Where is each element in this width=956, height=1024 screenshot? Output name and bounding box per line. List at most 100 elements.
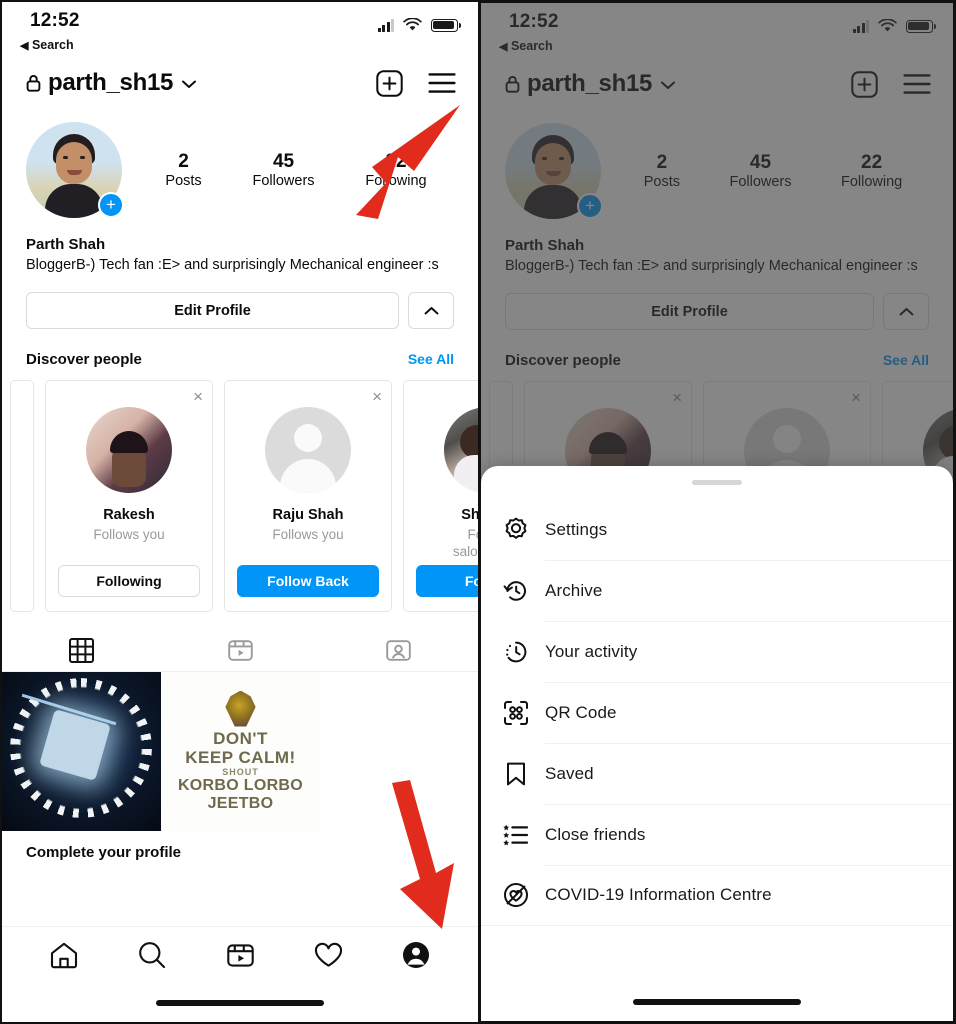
profile-action-row: Edit Profile: [2, 275, 478, 330]
arrow-pointing-to-hamburger-menu: [356, 105, 460, 219]
list-item[interactable]: × Raju Shah Follows you Follow Back: [224, 380, 392, 613]
reels-icon: [226, 943, 254, 967]
heart-icon: [314, 942, 342, 967]
drag-handle[interactable]: [692, 480, 742, 485]
post-text-line: KEEP CALM!: [185, 747, 296, 767]
follow-button[interactable]: Follow Back: [237, 565, 379, 598]
menu-item-archive[interactable]: Archive: [481, 560, 953, 621]
nav-home[interactable]: [20, 942, 108, 969]
add-post-icon[interactable]: [376, 69, 403, 97]
post-text-line: DON'T: [213, 728, 268, 748]
settings-menu-list: Settings Archive Your activity QR Code S…: [481, 499, 953, 926]
phone-screen-right: 12:52 ◀ Search parth_sh15: [478, 0, 956, 1024]
stat-followers-label: Followers: [252, 173, 315, 190]
grid-icon: [68, 637, 94, 663]
avatar[interactable]: +: [26, 122, 124, 218]
discover-see-all-link[interactable]: See All: [408, 351, 454, 367]
avatar[interactable]: [444, 407, 478, 494]
menu-item-covid-info[interactable]: COVID-19 Information Centre: [481, 865, 953, 926]
menu-item-label: COVID-19 Information Centre: [545, 885, 772, 904]
nav-activity[interactable]: [284, 942, 372, 968]
menu-item-settings[interactable]: Settings: [481, 499, 953, 560]
list-item[interactable]: × Shah M Follow saloni.shah Follow: [403, 380, 478, 613]
suggestion-name: Raju Shah: [272, 507, 344, 524]
arrow-pointing-to-profile-tab: [392, 780, 454, 929]
suggestion-subtitle: Follow saloni.shah: [452, 527, 478, 560]
menu-item-qr-code[interactable]: QR Code: [481, 682, 953, 743]
archive-clock-icon: [503, 578, 545, 604]
avatar[interactable]: [265, 407, 351, 494]
list-item[interactable]: [10, 380, 34, 613]
menu-item-label: Settings: [545, 519, 608, 539]
post-text-line: KORBO LORBO: [177, 776, 304, 794]
lock-icon: [26, 75, 41, 92]
menu-item-label: Close friends: [545, 824, 646, 844]
add-story-badge[interactable]: +: [98, 192, 124, 218]
suggestion-subtitle: Follows you: [93, 527, 165, 543]
username-label[interactable]: parth_sh15: [48, 69, 173, 97]
profile-content-tabs: [2, 629, 478, 673]
menu-item-label: Archive: [545, 580, 603, 600]
profile-avatar-icon: [403, 942, 429, 968]
search-icon: [139, 942, 166, 969]
stat-posts-label: Posts: [165, 173, 202, 190]
wifi-icon: [403, 18, 422, 31]
suggestion-name: Shah M: [461, 507, 478, 524]
back-caret-icon: ◀: [20, 40, 29, 52]
nav-reels[interactable]: [196, 942, 284, 969]
suggestions-toggle-button[interactable]: [408, 292, 454, 330]
discover-people-header: Discover people See All: [2, 329, 478, 368]
close-friends-list-icon: [503, 822, 545, 848]
menu-item-saved[interactable]: Saved: [481, 743, 953, 804]
tab-tagged[interactable]: [319, 629, 478, 671]
bottom-navigation-bar: [2, 926, 478, 1022]
discover-people-title: Discover people: [26, 351, 142, 369]
menu-item-label: QR Code: [545, 702, 617, 722]
profile-bio: BloggerB-) Tech fan :E> and surprisingly…: [26, 257, 439, 273]
hamburger-menu-icon[interactable]: [428, 72, 456, 94]
chevron-up-icon: [424, 307, 438, 315]
tab-grid[interactable]: [2, 629, 161, 671]
covid-info-icon: [503, 882, 545, 908]
post-thumbnail[interactable]: [2, 672, 161, 832]
stat-posts-value: 2: [178, 150, 189, 172]
nav-profile[interactable]: [372, 941, 460, 969]
nav-search[interactable]: [108, 941, 196, 969]
team-logo-icon: [225, 690, 256, 727]
post-text-line: SHOUT: [222, 766, 259, 777]
reels-icon: [227, 640, 253, 661]
menu-item-your-activity[interactable]: Your activity: [481, 621, 953, 682]
stat-followers-value: 45: [272, 150, 295, 172]
home-indicator: [156, 1000, 324, 1006]
chevron-down-icon[interactable]: [182, 80, 197, 89]
close-icon[interactable]: ×: [372, 388, 382, 405]
cellular-signal-icon: [377, 18, 394, 32]
phone-screen-left: 12:52 ◀ Search parth_sh15 + 2 Posts 45 F…: [0, 0, 478, 1024]
header-actions: [376, 69, 456, 97]
close-icon[interactable]: ×: [193, 388, 203, 405]
edit-profile-button[interactable]: Edit Profile: [26, 292, 399, 330]
back-to-search-link[interactable]: ◀ Search: [20, 38, 74, 52]
stat-followers[interactable]: 45 Followers: [252, 151, 314, 190]
status-icons: [377, 18, 461, 32]
home-indicator: [633, 999, 801, 1005]
discover-people-carousel[interactable]: × Rakesh Follows you Following × Raju Sh…: [2, 368, 478, 613]
tagged-icon: [386, 640, 411, 661]
menu-item-label: Saved: [545, 763, 594, 783]
suggestion-name: Rakesh: [103, 507, 155, 524]
back-label: Search: [31, 38, 74, 52]
qr-code-icon: [503, 700, 545, 726]
list-item[interactable]: × Rakesh Follows you Following: [45, 380, 213, 613]
post-thumbnail[interactable]: DON'T KEEP CALM! SHOUT KORBO LORBO JEETB…: [161, 672, 320, 832]
menu-item-close-friends[interactable]: Close friends: [481, 804, 953, 865]
avatar[interactable]: [86, 407, 172, 494]
suggestion-subtitle: Follows you: [272, 527, 344, 543]
home-icon: [50, 942, 78, 968]
stat-posts[interactable]: 2 Posts: [165, 151, 201, 190]
gear-icon: [503, 517, 545, 543]
bookmark-icon: [503, 761, 545, 787]
follow-button[interactable]: Following: [58, 565, 200, 598]
follow-button[interactable]: Follow: [416, 565, 478, 598]
battery-icon: [431, 18, 461, 32]
tab-reels[interactable]: [161, 629, 320, 671]
